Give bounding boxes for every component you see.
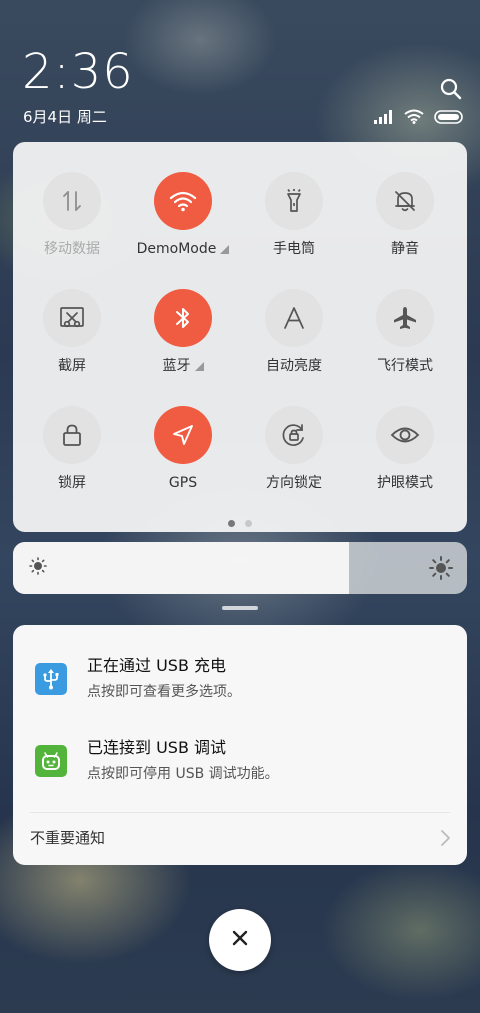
more-options-icon — [194, 361, 204, 371]
notification-subtitle: 点按即可停用 USB 调试功能。 — [87, 766, 279, 782]
tile-label-text: 方向锁定 — [266, 475, 322, 491]
tile-label-text: DemoMode — [136, 241, 217, 257]
tile-label: 护眼模式 — [377, 474, 433, 492]
brightness-slider[interactable] — [13, 542, 467, 594]
wifi-icon[interactable] — [154, 172, 212, 230]
tile-label: 蓝牙 — [163, 357, 204, 375]
tile-label-text: 蓝牙 — [162, 358, 191, 374]
more-options-icon — [220, 244, 230, 254]
tile-eye[interactable]: 护眼模式 — [350, 406, 460, 492]
chevron-right-icon[interactable] — [439, 829, 451, 851]
notification-usb-debugging[interactable]: 已连接到 USB 调试 点按即可停用 USB 调试功能。 — [13, 737, 467, 797]
status-area: 2:36 6月4日 周二 — [0, 0, 480, 135]
lock-icon[interactable] — [43, 406, 101, 464]
tile-label: 飞行模式 — [377, 357, 433, 375]
page-dot-2[interactable] — [245, 520, 252, 527]
notification-card: 正在通过 USB 充电 点按即可查看更多选项。 已连接到 USB 调试 点按即可… — [13, 625, 467, 865]
wifi-icon — [404, 109, 424, 128]
auto-brightness-icon[interactable] — [265, 289, 323, 347]
tile-wifi[interactable]: DemoMode — [128, 172, 238, 258]
search-icon[interactable] — [436, 74, 466, 104]
signal-icon — [374, 109, 394, 128]
usb-icon — [35, 663, 67, 695]
tile-label-text: 自动亮度 — [266, 358, 322, 374]
flashlight-icon[interactable] — [265, 172, 323, 230]
mobile-data-icon[interactable] — [43, 172, 101, 230]
tile-label: 自动亮度 — [266, 357, 322, 375]
tile-bluetooth[interactable]: 蓝牙 — [128, 289, 238, 375]
screenshot-icon[interactable] — [43, 289, 101, 347]
tile-label-text: 截屏 — [58, 358, 86, 374]
tile-airplane[interactable]: 飞行模式 — [350, 289, 460, 375]
mute-bell-icon[interactable] — [376, 172, 434, 230]
tile-label: 锁屏 — [58, 474, 86, 492]
tile-label: 截屏 — [58, 357, 86, 375]
tile-label: DemoMode — [137, 240, 230, 258]
bluetooth-icon[interactable] — [154, 289, 212, 347]
tile-label: 静音 — [391, 240, 419, 258]
tile-label-text: 飞行模式 — [377, 358, 433, 374]
tile-label: 移动数据 — [44, 240, 100, 258]
brightness-high-icon — [429, 556, 453, 584]
brightness-slider-fill — [13, 542, 349, 594]
date[interactable]: 6月4日 周二 — [23, 107, 107, 127]
clear-all-button[interactable] — [209, 909, 271, 971]
tile-flashlight[interactable]: 手电筒 — [239, 172, 349, 258]
tile-lock[interactable]: 锁屏 — [17, 406, 127, 492]
tile-label-text: 锁屏 — [58, 475, 86, 491]
tile-label-text: 手电筒 — [273, 241, 315, 257]
airplane-icon[interactable] — [376, 289, 434, 347]
quick-settings-panel: 移动数据 DemoMode 手电筒 静音截屏 蓝牙 自动亮度 飞行模式锁屏 GPS 方向锁定 护眼… — [13, 142, 467, 532]
tile-label-text: 护眼模式 — [377, 475, 433, 491]
tile-label: 方向锁定 — [266, 474, 322, 492]
gps-icon[interactable] — [154, 406, 212, 464]
divider — [30, 812, 450, 813]
page-dot-1[interactable] — [228, 520, 235, 527]
android-icon — [35, 745, 67, 777]
brightness-low-icon — [29, 557, 47, 579]
tile-mute-bell[interactable]: 静音 — [350, 172, 460, 258]
system-status-icons — [374, 108, 464, 128]
tile-label-text: 静音 — [391, 241, 419, 257]
tile-label-text: GPS — [168, 475, 198, 491]
clock[interactable]: 2:36 — [22, 44, 134, 100]
battery-icon — [434, 109, 464, 128]
tile-label-text: 移动数据 — [44, 241, 100, 257]
tile-rotation-lock[interactable]: 方向锁定 — [239, 406, 349, 492]
notification-usb-charging[interactable]: 正在通过 USB 充电 点按即可查看更多选项。 — [13, 655, 467, 715]
notification-subtitle: 点按即可查看更多选项。 — [87, 684, 241, 700]
tile-gps[interactable]: GPS — [128, 406, 238, 492]
page-indicator[interactable] — [13, 520, 467, 527]
tile-auto-brightness[interactable]: 自动亮度 — [239, 289, 349, 375]
tile-label: GPS — [169, 474, 197, 492]
drag-handle[interactable] — [222, 606, 258, 610]
notification-title: 已连接到 USB 调试 — [87, 738, 227, 757]
unimportant-notifications-link[interactable]: 不重要通知 — [30, 827, 105, 849]
tile-mobile-data[interactable]: 移动数据 — [17, 172, 127, 258]
rotation-lock-icon[interactable] — [265, 406, 323, 464]
close-icon — [231, 929, 249, 951]
eye-icon[interactable] — [376, 406, 434, 464]
tile-label: 手电筒 — [273, 240, 315, 258]
tile-screenshot[interactable]: 截屏 — [17, 289, 127, 375]
notification-title: 正在通过 USB 充电 — [87, 656, 227, 675]
